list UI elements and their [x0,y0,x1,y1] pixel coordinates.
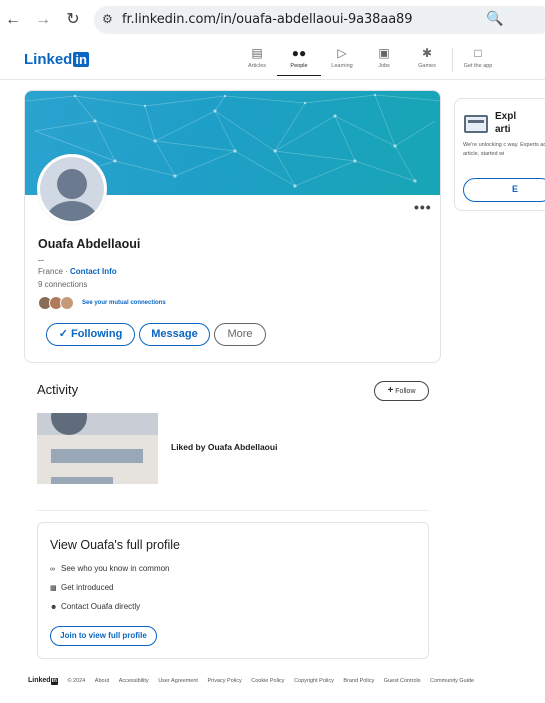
join-to-view-button[interactable]: Join to view full profile [50,626,157,646]
footer-link-guest-controls[interactable]: Guest Controls [384,678,421,684]
linkedin-logo[interactable]: Linked in [24,51,89,68]
nav-games[interactable]: ✱ Games [405,46,449,69]
arrow-right-icon[interactable]: → [32,9,54,31]
explore-articles-card: Expl arti We're unlocking c way. Experts… [454,98,545,211]
mutual-connections-link[interactable]: See your mutual connections [82,300,166,306]
linkedin-navbar: Linked in ▤ Articles ●● People ▷ Learning… [0,40,545,80]
mutual-avatar [60,296,74,310]
row-text: See who you know in common [61,564,170,573]
message-button[interactable]: Message [139,323,210,346]
jobs-icon: ▣ [378,46,390,60]
location-text: France [38,267,63,276]
follow-label: Follow [395,388,416,395]
footer-link-privacy[interactable]: Privacy Policy [207,678,241,684]
contact-icon: ☻ [50,604,58,611]
footer-link-cookie[interactable]: Cookie Policy [251,678,284,684]
activity-heading: Activity [37,382,79,397]
nav-divider [452,48,453,72]
footer-link-about[interactable]: About [95,678,109,684]
separator: · [62,267,71,276]
nav-learning[interactable]: ▷ Learning [320,46,364,69]
address-bar[interactable]: ⚙ fr.linkedin.com/in/ouafa-abdellaoui-9a… [94,6,545,34]
full-profile-row: ∞ See who you know in common [50,564,170,573]
activity-item-text[interactable]: Liked by Ouafa Abdellaoui [171,442,277,452]
footer-link-user-agreement[interactable]: User Agreement [158,678,198,684]
row-text: Contact Ouafa directly [61,602,141,611]
activity-thumbnail[interactable] [37,413,158,484]
zoom-icon[interactable]: 🔍 [486,10,503,27]
learning-icon: ▷ [337,46,347,60]
footer-copyright: © 2024 [67,678,86,684]
side-card-title: Expl arti [495,111,517,135]
laptop-icon: □ [474,46,482,60]
profile-name: Ouafa Abdellaoui [38,237,141,251]
footer-link-brand[interactable]: Brand Policy [343,678,374,684]
nav-jobs[interactable]: ▣ Jobs [362,46,406,69]
arrow-left-icon[interactable]: ← [2,9,24,31]
nav-get-app[interactable]: □ Get the app [456,46,500,69]
url-text[interactable]: fr.linkedin.com/in/ouafa-abdellaoui-9a38… [122,12,413,27]
footer-logo[interactable]: Linkedin [28,677,58,685]
footer-link-community[interactable]: Community Guide [430,678,474,684]
reload-icon[interactable]: ↻ [62,9,84,31]
more-options-icon[interactable]: ••• [414,199,432,215]
profile-card: ••• Ouafa Abdellaoui -- France · Contact… [24,90,441,363]
full-profile-title: View Ouafa's full profile [50,538,180,552]
footer: Linkedin © 2024 About Accessibility User… [28,677,545,689]
avatar-placeholder-icon [40,157,104,221]
following-button[interactable]: ✓ Following [46,323,135,346]
follow-button[interactable]: + Follow [374,381,429,401]
profile-location-row: France · Contact Info [38,267,117,276]
nav-people[interactable]: ●● People [277,46,321,76]
browser-toolbar: ← → ↻ ⚙ fr.linkedin.com/in/ouafa-abdella… [0,0,545,40]
people-icon: ●● [291,46,307,60]
profile-avatar[interactable] [37,154,107,224]
section-divider [37,510,429,511]
articles-icon: ▤ [251,46,263,60]
connections-count: 9 connections [38,280,88,289]
full-profile-row: ☻ Contact Ouafa directly [50,602,140,611]
row-text: Get introduced [61,583,114,592]
nav-articles[interactable]: ▤ Articles [235,46,279,69]
more-button[interactable]: More [214,323,266,346]
introduce-icon: ▩ [50,585,57,592]
full-profile-row: ▩ Get introduced [50,583,113,592]
plus-icon: + [387,385,394,396]
site-settings-icon[interactable]: ⚙ [102,12,113,26]
following-label: Following [70,328,123,340]
footer-link-accessibility[interactable]: Accessibility [119,678,149,684]
link-icon: ∞ [50,566,55,573]
article-icon [464,115,488,133]
contact-info-link[interactable]: Contact Info [70,267,117,276]
check-icon: ✓ [58,328,68,340]
games-icon: ✱ [421,46,433,60]
profile-headline: -- [38,255,44,265]
side-card-description: We're unlocking c way. Experts add artic… [463,142,545,157]
side-card-button[interactable]: E [463,178,545,202]
footer-link-copyright[interactable]: Copyright Policy [294,678,334,684]
full-profile-card: View Ouafa's full profile ∞ See who you k… [37,522,429,659]
